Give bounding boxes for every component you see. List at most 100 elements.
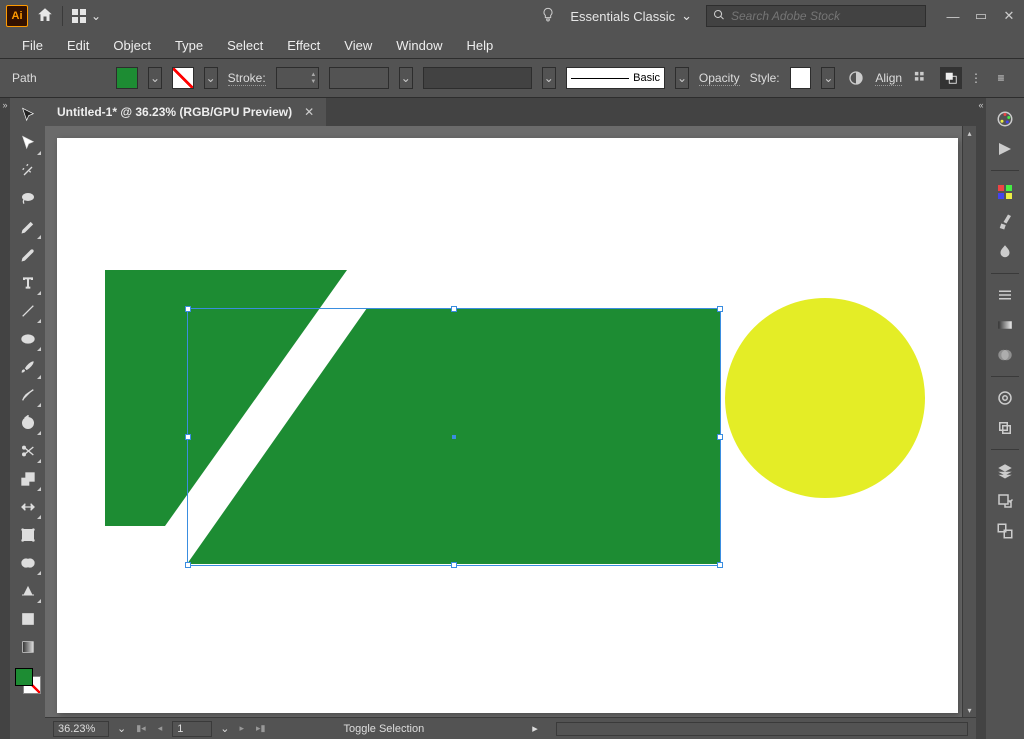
artboards-panel-icon[interactable] bbox=[992, 518, 1018, 544]
fill-box[interactable] bbox=[15, 668, 33, 686]
close-tab-icon[interactable]: ✕ bbox=[304, 105, 314, 119]
minimize-button[interactable]: — bbox=[944, 7, 962, 25]
artboard-number[interactable]: 1 bbox=[172, 721, 212, 737]
selection-tool[interactable] bbox=[14, 102, 42, 128]
align-icon[interactable] bbox=[910, 67, 932, 89]
workspace-label: Essentials Classic bbox=[570, 9, 675, 24]
scissors-tool[interactable] bbox=[14, 438, 42, 464]
zoom-level[interactable]: 36.23% bbox=[53, 721, 109, 737]
fill-dropdown[interactable]: ⌄ bbox=[148, 67, 162, 89]
chevron-down-icon: ⌄ bbox=[681, 8, 692, 24]
lasso-tool[interactable] bbox=[14, 186, 42, 212]
search-stock[interactable] bbox=[706, 5, 926, 27]
search-icon bbox=[713, 9, 725, 24]
fill-swatch[interactable] bbox=[116, 67, 138, 89]
brush-definition[interactable] bbox=[423, 67, 532, 89]
close-button[interactable]: ✕ bbox=[1000, 7, 1018, 25]
symbols-panel-icon[interactable] bbox=[992, 239, 1018, 265]
curvature-tool[interactable] bbox=[14, 242, 42, 268]
free-transform-tool[interactable] bbox=[14, 522, 42, 548]
line-tool[interactable] bbox=[14, 298, 42, 324]
appearance-panel-icon[interactable] bbox=[992, 385, 1018, 411]
stroke-weight[interactable]: ▲▼ bbox=[276, 67, 320, 89]
style-label: Style: bbox=[750, 71, 780, 85]
last-artboard[interactable]: ▸▮ bbox=[254, 723, 267, 734]
brush-basic[interactable]: Basic bbox=[566, 67, 665, 89]
perspective-grid-tool[interactable] bbox=[14, 578, 42, 604]
discover-icon[interactable] bbox=[540, 7, 556, 26]
color-panel-icon[interactable] bbox=[992, 106, 1018, 132]
variable-width-profile[interactable] bbox=[329, 67, 389, 89]
type-tool[interactable] bbox=[14, 270, 42, 296]
shape-circle[interactable] bbox=[725, 298, 925, 498]
scale-tool[interactable] bbox=[14, 466, 42, 492]
zoom-dropdown[interactable]: ⌄ bbox=[117, 722, 126, 735]
vertical-scrollbar[interactable]: ▴ ▾ bbox=[962, 126, 976, 717]
menubar: File Edit Object Type Select Effect View… bbox=[0, 32, 1024, 58]
menu-help[interactable]: Help bbox=[454, 34, 505, 57]
magic-wand-tool[interactable] bbox=[14, 158, 42, 184]
arrange-documents[interactable]: ⌄ bbox=[71, 8, 101, 24]
graphic-styles-icon[interactable] bbox=[992, 415, 1018, 441]
layers-panel-icon[interactable] bbox=[992, 458, 1018, 484]
stroke-swatch[interactable] bbox=[172, 67, 194, 89]
menu-view[interactable]: View bbox=[332, 34, 384, 57]
gradient-tool[interactable] bbox=[14, 634, 42, 660]
maximize-button[interactable]: ▭ bbox=[972, 7, 990, 25]
home-icon[interactable] bbox=[36, 6, 54, 27]
style-swatch[interactable] bbox=[790, 67, 812, 89]
width-tool[interactable] bbox=[14, 494, 42, 520]
shaper-tool[interactable] bbox=[14, 382, 42, 408]
prev-artboard[interactable]: ◂ bbox=[156, 723, 165, 734]
color-guide-icon[interactable] bbox=[992, 136, 1018, 162]
control-menu-icon[interactable]: ≡ bbox=[990, 67, 1012, 89]
swatches-panel-icon[interactable] bbox=[992, 179, 1018, 205]
paintbrush-tool[interactable] bbox=[14, 354, 42, 380]
transparency-panel-icon[interactable] bbox=[992, 342, 1018, 368]
stroke-label[interactable]: Stroke: bbox=[228, 71, 266, 86]
next-artboard[interactable]: ▸ bbox=[237, 723, 246, 734]
menu-effect[interactable]: Effect bbox=[275, 34, 332, 57]
canvas[interactable] bbox=[45, 126, 962, 717]
menu-window[interactable]: Window bbox=[384, 34, 454, 57]
rotate-tool[interactable] bbox=[14, 410, 42, 436]
status-play-icon[interactable]: ▸ bbox=[532, 722, 538, 735]
brush-dropdown[interactable]: ⌄ bbox=[675, 67, 689, 89]
vw-dropdown[interactable]: ⌄ bbox=[399, 67, 413, 89]
direct-selection-tool[interactable] bbox=[14, 130, 42, 156]
menu-file[interactable]: File bbox=[10, 34, 55, 57]
pen-tool[interactable] bbox=[14, 214, 42, 240]
document-tab[interactable]: Untitled-1* @ 36.23% (RGB/GPU Preview) ✕ bbox=[45, 98, 326, 126]
document-tab-title: Untitled-1* @ 36.23% (RGB/GPU Preview) bbox=[57, 105, 292, 119]
style-dropdown[interactable]: ⌄ bbox=[821, 67, 835, 89]
align-label[interactable]: Align bbox=[875, 71, 902, 86]
shape-builder-tool[interactable] bbox=[14, 550, 42, 576]
ellipse-tool[interactable] bbox=[14, 326, 42, 352]
first-artboard[interactable]: ▮◂ bbox=[134, 723, 147, 734]
shape-mode-icon[interactable] bbox=[940, 67, 962, 89]
toolbox-collapse[interactable]: » bbox=[0, 98, 10, 739]
panels-collapse[interactable]: « bbox=[976, 98, 986, 739]
brushdef-dropdown[interactable]: ⌄ bbox=[542, 67, 556, 89]
horizontal-scrollbar[interactable] bbox=[556, 722, 968, 736]
window-controls: — ▭ ✕ bbox=[944, 7, 1018, 25]
gradient-panel-icon[interactable] bbox=[992, 312, 1018, 338]
menu-object[interactable]: Object bbox=[101, 34, 163, 57]
opacity-label[interactable]: Opacity bbox=[699, 71, 740, 86]
menu-select[interactable]: Select bbox=[215, 34, 275, 57]
menu-edit[interactable]: Edit bbox=[55, 34, 101, 57]
menu-type[interactable]: Type bbox=[163, 34, 215, 57]
artboard-dropdown[interactable]: ⌄ bbox=[220, 722, 229, 735]
mesh-tool[interactable] bbox=[14, 606, 42, 632]
brushes-panel-icon[interactable] bbox=[992, 209, 1018, 235]
status-hint: Toggle Selection bbox=[343, 723, 424, 735]
search-input[interactable] bbox=[731, 9, 911, 23]
fill-stroke-indicator[interactable] bbox=[13, 666, 43, 696]
recolor-icon[interactable] bbox=[845, 67, 867, 89]
workspace-switcher[interactable]: Essentials Classic ⌄ bbox=[564, 4, 698, 28]
stroke-panel-icon[interactable] bbox=[992, 282, 1018, 308]
artboard bbox=[57, 138, 958, 713]
stroke-dropdown[interactable]: ⌄ bbox=[204, 67, 218, 89]
asset-export-icon[interactable] bbox=[992, 488, 1018, 514]
selection-type: Path bbox=[12, 71, 37, 85]
